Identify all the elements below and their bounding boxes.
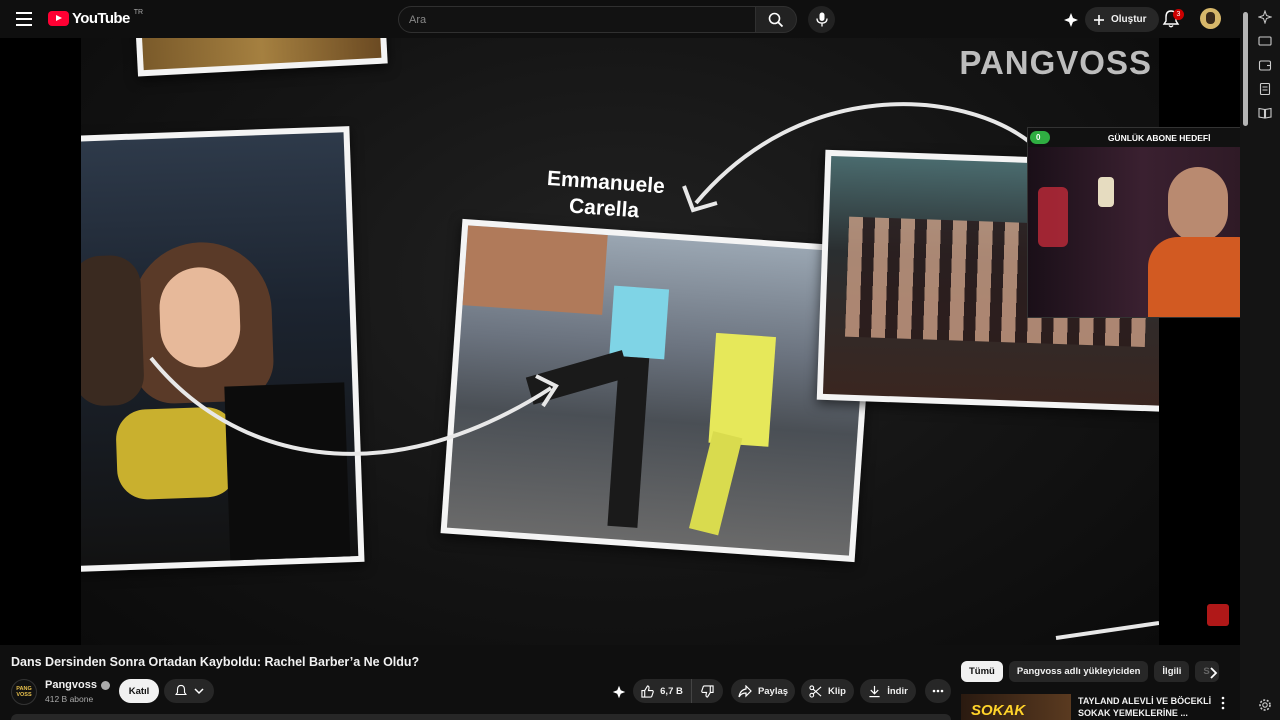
video-title: Dans Dersinden Sonra Ortadan Kayboldu: R… bbox=[11, 655, 420, 669]
sparkle-icon[interactable] bbox=[611, 684, 627, 700]
microphone-icon bbox=[815, 12, 828, 27]
video-frame: PANGVOSS Emmanuele Carella bbox=[81, 38, 1159, 645]
create-button[interactable]: Oluştur bbox=[1085, 7, 1159, 32]
scissors-icon bbox=[809, 684, 822, 698]
description-strip bbox=[11, 714, 951, 720]
channel-avatar-text-2: VOSS bbox=[16, 692, 32, 698]
sparkle-side-icon[interactable] bbox=[1258, 10, 1272, 24]
voice-search-button[interactable] bbox=[808, 6, 835, 33]
recommendation-title[interactable]: TAYLAND ALEVLİ VE BÖCEKLİ SOKAK YEMEKLER… bbox=[1078, 695, 1213, 719]
scrollbar-thumb[interactable] bbox=[1243, 12, 1248, 126]
subscriber-count: 412 B abone bbox=[45, 694, 94, 704]
download-label: İndir bbox=[887, 685, 908, 697]
channel-avatar[interactable]: PANG VOSS bbox=[11, 679, 37, 705]
thumbnail-text: SOKAK bbox=[971, 702, 1026, 719]
settings-gear-icon[interactable] bbox=[1258, 698, 1272, 712]
chevron-down-icon bbox=[194, 688, 204, 695]
search-input[interactable] bbox=[409, 13, 755, 26]
clip-label: Klip bbox=[828, 685, 846, 697]
cast-side-icon[interactable] bbox=[1258, 34, 1272, 48]
youtube-logo[interactable]: YouTube TR bbox=[48, 9, 144, 27]
chip-from-uploader[interactable]: Pangvoss adlı yükleyiciden bbox=[1008, 661, 1149, 682]
document-side-icon[interactable] bbox=[1258, 82, 1272, 96]
like-button[interactable]: 6,7 B bbox=[633, 679, 691, 703]
clip-button[interactable]: Klip bbox=[801, 679, 854, 703]
masthead: YouTube TR Oluştur 3 bbox=[0, 0, 1240, 38]
download-button[interactable]: İndir bbox=[860, 679, 916, 703]
chip-related[interactable]: İlgili bbox=[1154, 661, 1190, 682]
recommendation-thumbnail[interactable]: SOKAK bbox=[961, 694, 1071, 720]
menu-icon[interactable] bbox=[14, 9, 34, 29]
share-button[interactable]: Paylaş bbox=[731, 679, 795, 703]
more-actions-button[interactable] bbox=[925, 679, 951, 703]
join-button[interactable]: Katıl bbox=[119, 679, 159, 703]
like-count: 6,7 B bbox=[660, 685, 683, 697]
wallet-side-icon[interactable] bbox=[1258, 58, 1272, 72]
download-icon bbox=[869, 685, 880, 697]
more-horizontal-icon bbox=[932, 689, 944, 693]
share-label: Paylaş bbox=[757, 685, 789, 697]
corner-logo-icon bbox=[1207, 604, 1229, 626]
reader-side-icon[interactable] bbox=[1258, 106, 1272, 120]
channel-name[interactable]: Pangvoss bbox=[45, 679, 97, 691]
plus-icon bbox=[1094, 14, 1104, 25]
chevron-right-icon[interactable] bbox=[1204, 664, 1222, 682]
cast-sparkle-icon[interactable] bbox=[1062, 11, 1080, 29]
logo-text: YouTube bbox=[72, 10, 130, 27]
related-filter-chips: Tümü Pangvoss adlı yükleyiciden İlgili S bbox=[961, 661, 1220, 682]
account-avatar[interactable] bbox=[1200, 8, 1221, 29]
chip-all[interactable]: Tümü bbox=[961, 661, 1003, 682]
verified-icon bbox=[100, 680, 110, 690]
search-box bbox=[398, 6, 756, 33]
thumbs-up-icon bbox=[641, 684, 654, 698]
more-vertical-icon[interactable] bbox=[1218, 696, 1228, 710]
subscribed-bell-button[interactable] bbox=[164, 679, 214, 703]
dislike-button[interactable] bbox=[691, 679, 723, 703]
logo-region: TR bbox=[133, 9, 144, 16]
share-icon bbox=[738, 684, 752, 697]
create-label: Oluştur bbox=[1111, 14, 1147, 25]
goal-current: 0 bbox=[1030, 131, 1050, 144]
notification-badge: 3 bbox=[1173, 9, 1184, 20]
chalk-arrows bbox=[149, 102, 1159, 640]
channel-name-row[interactable]: Pangvoss bbox=[45, 679, 110, 691]
goal-label: GÜNLÜK ABONE HEDEFİ bbox=[1107, 132, 1211, 143]
youtube-play-icon bbox=[48, 11, 69, 26]
bell-icon bbox=[175, 684, 187, 696]
thumbs-down-icon bbox=[701, 684, 714, 698]
search-button[interactable] bbox=[755, 6, 797, 33]
search-icon bbox=[768, 12, 784, 27]
